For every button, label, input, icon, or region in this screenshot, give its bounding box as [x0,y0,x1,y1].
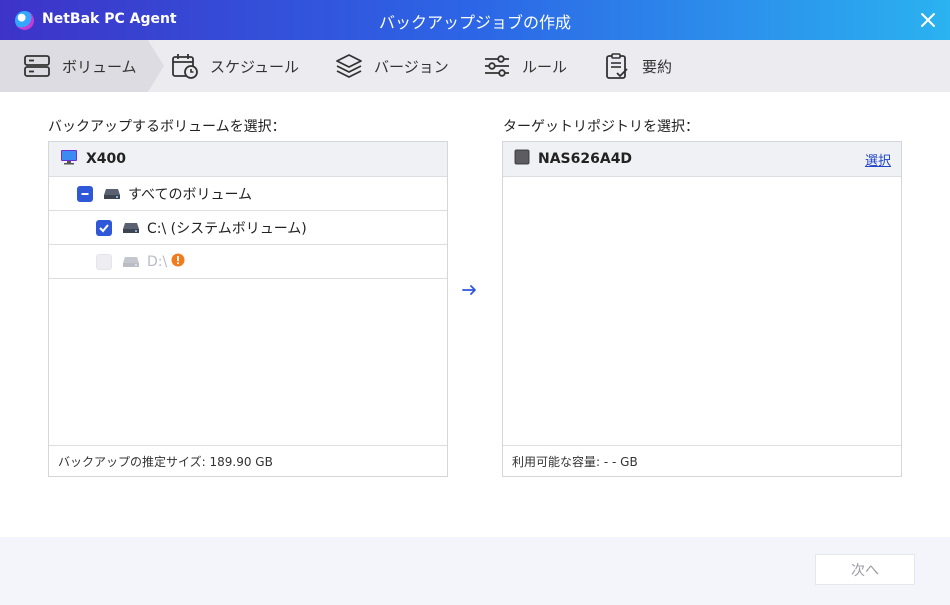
available-capacity: 利用可能な容量: - - GB [503,445,901,476]
source-device-name: X400 [86,151,127,167]
sliders-icon [482,51,512,81]
window-title: バックアップジョブの作成 [378,13,571,32]
arrow-right-icon [462,285,476,295]
select-repository-link[interactable]: 選択 [865,150,891,169]
step-schedule[interactable]: スケジュール [170,40,299,92]
step-label: ボリューム [62,57,137,76]
clipboard-check-icon [602,51,632,81]
volume-row-d: D:\ [49,245,447,279]
volume-row-all[interactable]: すべてのボリューム [49,177,447,211]
source-device-header: X400 [49,142,447,177]
footer-bar [0,537,950,605]
server-stack-icon [22,51,52,81]
step-rules[interactable]: ルール [482,40,567,92]
step-summary[interactable]: 要約 [602,40,672,92]
nas-icon [514,149,530,169]
volume-label: すべてのボリューム [128,186,253,203]
step-version[interactable]: バージョン [334,40,449,92]
volume-label: D:\ [147,253,168,270]
volume-label: C:\ (システムボリューム) [147,220,307,237]
layers-icon [334,51,364,81]
source-label: バックアップするボリュームを選択： [48,119,286,135]
close-icon [921,13,935,27]
title-bar: NetBak PC Agent バックアップジョブの作成 [0,0,950,40]
checkbox-all-volumes[interactable] [77,185,93,202]
target-device-header: NAS626A4D 選択 [503,142,901,177]
drive-icon [122,256,140,268]
volume-row-c[interactable]: C:\ (システムボリューム) [49,211,447,245]
drive-icon [103,188,121,200]
step-label: バージョン [374,57,449,76]
computer-monitor-icon [60,149,78,169]
target-panel: NAS626A4D 選択 利用可能な容量: - - GB [502,141,902,477]
drive-icon [122,222,140,234]
wizard-steps: ボリューム スケジュール バージョン ルール 要約 [0,40,950,92]
calendar-clock-icon [170,51,200,81]
step-label: 要約 [642,57,673,76]
checkbox-volume-c[interactable] [96,219,112,236]
target-device-name: NAS626A4D [538,151,633,167]
step-label: スケジュール [210,57,299,76]
source-panel: X400 すべてのボリューム C:\ (システムボリューム) D:\ バックアッ… [48,141,448,477]
step-volume[interactable]: ボリューム [22,40,137,92]
warning-icon [171,253,185,271]
close-button[interactable] [916,8,940,32]
checkbox-volume-d [96,253,112,270]
next-button[interactable]: 次へ [815,554,915,585]
estimated-size: バックアップの推定サイズ: 189.90 GB [49,445,447,476]
target-label: ターゲットリポジトリを選択： [503,119,699,135]
step-label: ルール [522,57,568,76]
